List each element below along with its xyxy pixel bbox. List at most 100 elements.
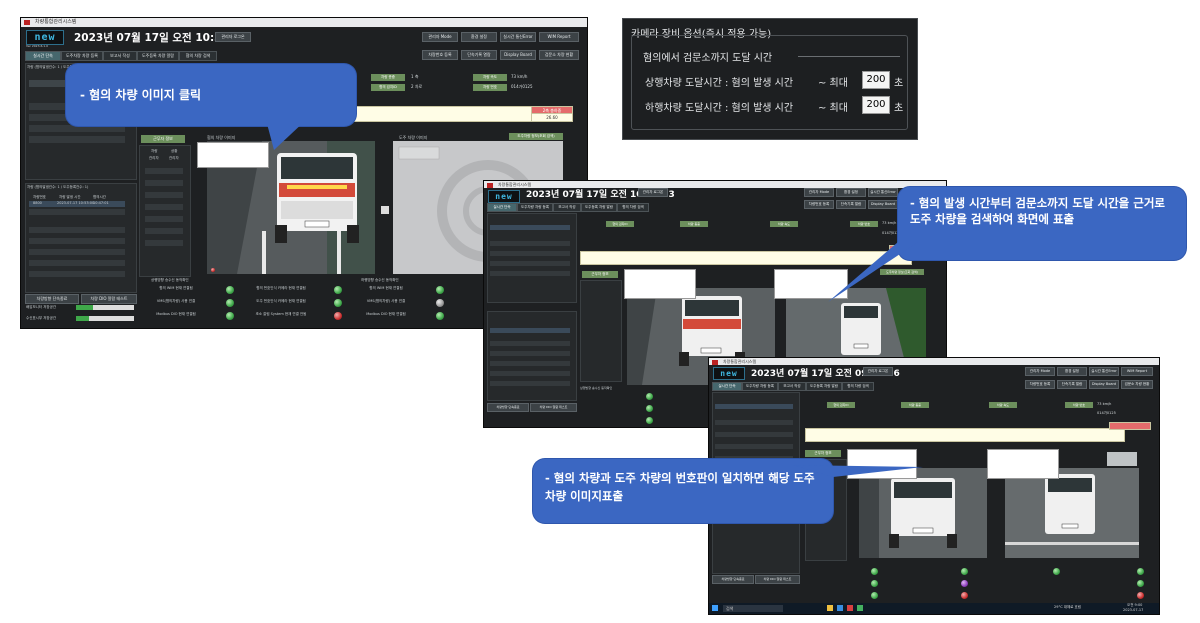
storage-label-1: 배압모니터 저장공간 — [26, 305, 57, 309]
app-icon — [24, 20, 30, 25]
status-title-up: 상행방향 송수신 동작확인 — [151, 278, 189, 282]
tab-realtime[interactable]: 실시간 단속 — [487, 203, 517, 212]
record-view-button[interactable]: 단속기록 열람 — [836, 200, 866, 209]
tab-flee-alarm[interactable]: 도주등록 차량 알람 — [137, 51, 179, 61]
down-max-label: ~ 최대 — [818, 103, 848, 114]
taskbar-app-icon[interactable] — [847, 605, 853, 611]
tab-report[interactable]: 보고서 작성 — [778, 382, 806, 391]
list-item[interactable] — [715, 444, 793, 449]
tab-suspect-search[interactable]: 협의 차량 검색 — [842, 382, 874, 391]
tab-report[interactable]: 보고서 작성 — [103, 51, 137, 61]
tab-suspect-search[interactable]: 협의 차량 검색 — [617, 203, 649, 212]
tab-flee-alarm[interactable]: 도주등록 차량 알람 — [806, 382, 842, 391]
tab-realtime[interactable]: 실시간 단속 — [25, 51, 61, 61]
table-row[interactable] — [490, 381, 570, 386]
admin-mode-button[interactable]: 관리자 Mode — [422, 32, 458, 42]
callout-plate-match: - 혐의 차량과 도주 차량의 번호판이 일치하면 해당 도주차량 이미지표출 — [533, 459, 923, 523]
comm-error-button[interactable]: 실시간 통신Error — [868, 188, 898, 197]
list-item[interactable] — [490, 251, 570, 256]
list-header-time: 차량 발생 시간 — [59, 195, 81, 199]
tab-flee-register[interactable]: 도주차량 차량 등록 — [742, 382, 778, 391]
table-row[interactable] — [490, 341, 570, 346]
comm-error-button[interactable]: 실시간 통신Error — [1089, 367, 1119, 376]
checkpoint-status-button[interactable]: 검문소 차량 현황 — [539, 50, 579, 60]
list-item[interactable] — [29, 136, 125, 143]
list-item[interactable] — [715, 432, 793, 437]
storage-fill — [76, 305, 94, 310]
table-row[interactable] — [29, 271, 125, 277]
status-led — [646, 405, 653, 412]
list-item[interactable] — [490, 225, 570, 230]
display-board-button[interactable]: Display Board — [868, 200, 898, 209]
wim-report-button[interactable]: WIM Report — [539, 32, 579, 42]
weather-status[interactable]: 29°C 대체로 흐림 — [1054, 605, 1081, 610]
vehicle-register-button[interactable]: 차량번호 등록 — [1025, 380, 1055, 389]
table-row[interactable] — [490, 328, 570, 333]
list-item[interactable] — [490, 271, 570, 276]
tab-realtime[interactable]: 실시간 단속 — [712, 382, 742, 391]
taskbar-app-icon[interactable] — [837, 605, 843, 611]
table-row[interactable] — [490, 361, 570, 366]
table-row[interactable] — [29, 260, 125, 266]
vehicle-register-button[interactable]: 차량번호 등록 — [804, 200, 834, 209]
admin-mode-button[interactable]: 관리자 Mode — [804, 188, 834, 197]
taskbar-app-icon[interactable] — [827, 605, 833, 611]
window-title: 차량통합관리시스템 — [35, 19, 77, 25]
list-item[interactable] — [490, 261, 570, 266]
tab-flee-alarm[interactable]: 도주등록 차량 알람 — [581, 203, 617, 212]
vehicle-register-button[interactable]: 차량번호 등록 — [422, 50, 458, 60]
list-item[interactable] — [29, 125, 125, 132]
table-row[interactable] — [490, 351, 570, 356]
table-row[interactable] — [29, 249, 125, 255]
storage-bar-1 — [76, 305, 134, 310]
tab-flee-register[interactable]: 도주차량 차량 등록 — [61, 51, 103, 61]
down-time-input[interactable]: 200 — [862, 96, 890, 114]
table-row[interactable] — [29, 209, 125, 215]
table-row[interactable] — [490, 371, 570, 376]
end-enforcement-button[interactable]: 차량방향 단속종료 — [25, 294, 79, 304]
axle-total-value: 26.60 — [531, 113, 573, 122]
checkpoint-status-button[interactable]: 검문소 차량 현황 — [1121, 380, 1153, 389]
table-row[interactable] — [29, 238, 125, 244]
search-box[interactable]: 검색 — [723, 605, 783, 612]
admin-logon-button[interactable]: 관리자 로그온 — [215, 32, 251, 42]
row-time: 2023-07-17 10:53:00 — [57, 201, 95, 205]
settings-button[interactable]: 환경 설정 — [836, 188, 866, 197]
start-icon[interactable] — [712, 605, 718, 611]
dio-alarm-test-button[interactable]: 차량 DIO 알람 테스트 — [755, 575, 800, 584]
record-view-button[interactable]: 단속기록 열람 — [461, 50, 497, 60]
flee-thumb[interactable] — [1107, 452, 1137, 466]
image-toggle-button[interactable] — [381, 206, 389, 214]
end-enforcement-button[interactable]: 차량방향 단속종료 — [487, 403, 529, 412]
up-time-input[interactable]: 200 — [862, 71, 890, 89]
admin-logon-button[interactable]: 관리자 로그온 — [638, 188, 668, 197]
admin-mode-button[interactable]: 관리자 Mode — [1025, 367, 1055, 376]
dio-alarm-test-button[interactable]: 차량 DIO 알람 테스트 — [530, 403, 577, 412]
flee-search-button[interactable]: 도주차량 정보(조회 검색) — [509, 133, 563, 140]
taskbar-app-icon[interactable] — [857, 605, 863, 611]
end-enforcement-button[interactable]: 차량방향 단속종료 — [712, 575, 754, 584]
status-led — [961, 580, 968, 587]
status-led — [226, 312, 234, 320]
table-row[interactable] — [29, 227, 125, 233]
comm-error-button[interactable]: 실시간 통신Error — [500, 32, 536, 42]
dialog-group-rule — [798, 56, 900, 57]
app-icon — [712, 360, 718, 365]
list-item[interactable] — [715, 420, 793, 425]
tab-report[interactable]: 보고서 작성 — [553, 203, 581, 212]
display-board-button[interactable]: Display Board — [1089, 380, 1119, 389]
tab-flee-register[interactable]: 도주차량 차량 등록 — [517, 203, 553, 212]
list-item[interactable] — [715, 404, 793, 409]
wim-report-button[interactable]: WIM Report — [1121, 367, 1153, 376]
tab-suspect-search[interactable]: 협의 차량 검색 — [179, 51, 217, 61]
dio-alarm-test-button[interactable]: 차량 DIO 알람 테스트 — [81, 294, 137, 304]
status-vms-down: VMS(협의차량) 사용 연결 — [366, 299, 406, 303]
display-board-button[interactable]: Display Board — [500, 50, 536, 60]
settings-button[interactable]: 환경 설정 — [1057, 367, 1087, 376]
list-item[interactable] — [490, 241, 570, 246]
worker-slot — [145, 240, 183, 246]
worker-info-header: 근무자 정보 — [141, 135, 185, 143]
record-view-button[interactable]: 단속기록 열람 — [1057, 380, 1087, 389]
admin-logon-button[interactable]: 관리자 로그온 — [863, 367, 893, 376]
settings-button[interactable]: 환경 설정 — [461, 32, 497, 42]
